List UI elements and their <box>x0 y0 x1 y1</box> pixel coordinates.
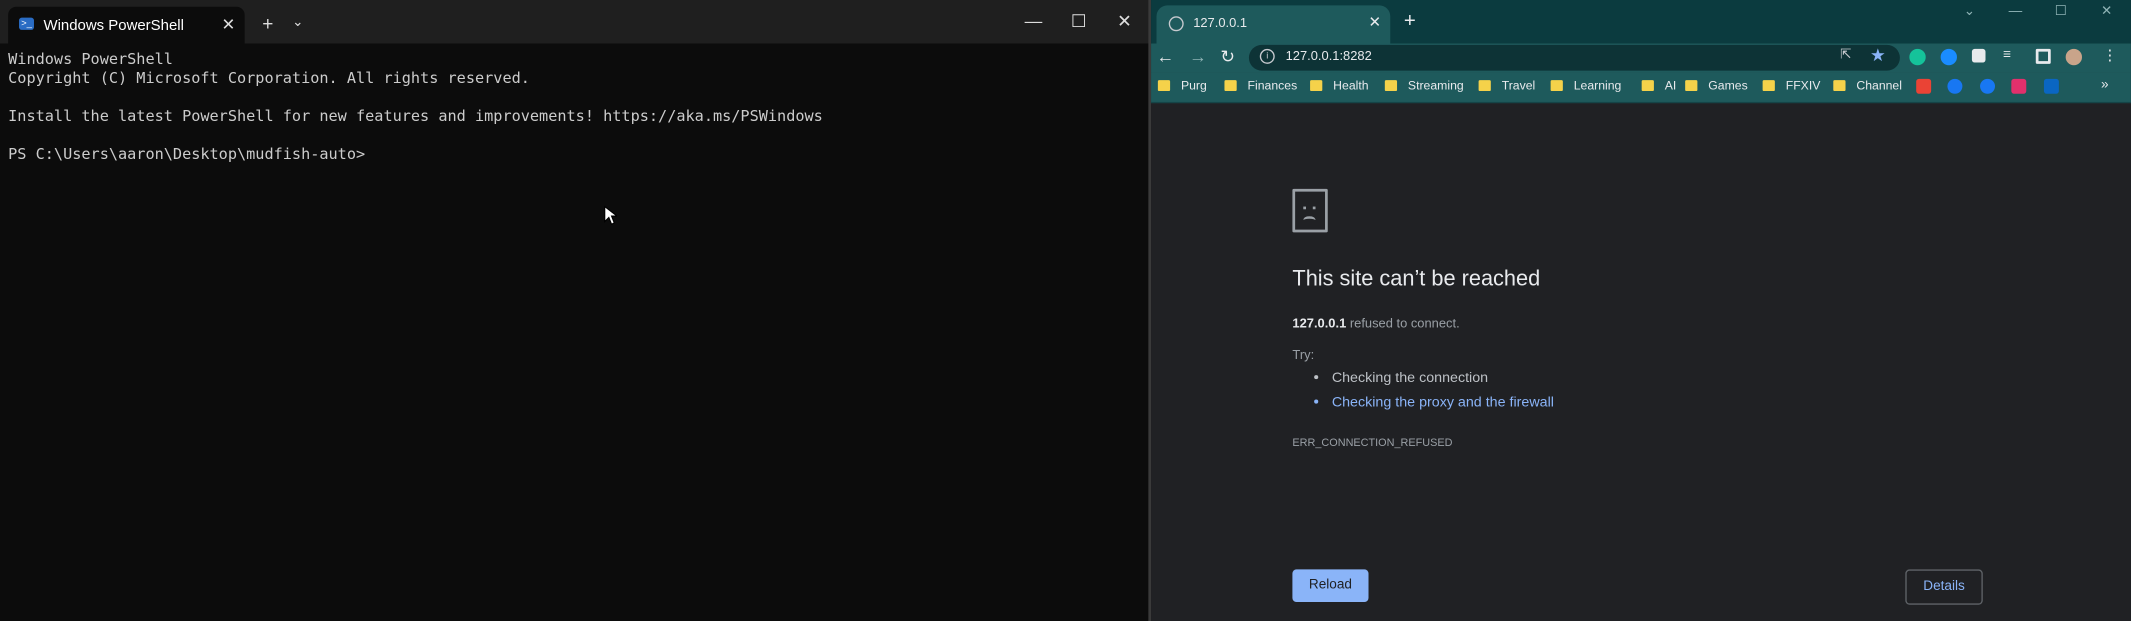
bookmark-folder-travel[interactable]: Travel <box>1478 78 1536 93</box>
browser-window: 127.0.0.1 ✕ + ⌄ — ☐ ✕ ← → ↻ i 127.0.0.1:… <box>1151 0 2131 621</box>
gmail-icon[interactable] <box>1916 78 1932 94</box>
folder-icon <box>1224 80 1237 92</box>
messenger-icon[interactable] <box>1947 78 1963 94</box>
mouse-cursor-icon <box>604 205 617 225</box>
site-info-icon[interactable]: i <box>1259 48 1275 64</box>
bookmark-label: Channel <box>1856 78 1902 93</box>
back-button[interactable]: ← <box>1157 46 1175 66</box>
side-panel-icon[interactable] <box>2035 48 2051 64</box>
error-host: 127.0.0.1 <box>1292 316 1347 332</box>
bookmark-star-icon[interactable]: ★ <box>1870 45 1886 67</box>
tab-search-chevron-icon[interactable]: ⌄ <box>1964 4 1975 19</box>
reload-button[interactable]: Reload <box>1292 569 1369 603</box>
terminal-tab-close-icon[interactable]: ✕ <box>222 15 236 34</box>
folder-icon <box>1157 80 1171 92</box>
bookmarks-overflow-button[interactable]: » <box>2101 77 2109 92</box>
share-icon[interactable]: ⇱ <box>1840 48 1851 63</box>
terminal-line: Copyright (C) Microsoft Corporation. All… <box>8 69 530 87</box>
address-url[interactable]: 127.0.0.1:8282 <box>1286 49 1372 64</box>
address-bar[interactable]: i 127.0.0.1:8282 ⇱ ★ <box>1248 44 1900 71</box>
maximize-button[interactable]: ☐ <box>1071 11 1087 33</box>
browser-tab[interactable]: 127.0.0.1 ✕ <box>1156 5 1391 44</box>
browser-tabbar: 127.0.0.1 ✕ + ⌄ — ☐ ✕ <box>1151 0 2131 44</box>
suggestion-checking-connection: Checking the connection <box>1332 366 1554 390</box>
folder-icon <box>1310 80 1323 92</box>
terminal-new-tab-button[interactable]: + <box>262 12 273 34</box>
close-button[interactable]: ✕ <box>1117 11 1132 33</box>
bookmark-folder-ffxiv[interactable]: FFXIV <box>1762 78 1821 93</box>
terminal-tab[interactable]: >_ Windows PowerShell ✕ <box>8 6 245 44</box>
terminal-line: ​ <box>8 88 823 107</box>
error-title: This site can’t be reached <box>1292 267 1541 291</box>
folder-icon <box>1641 80 1654 92</box>
error-suggestions: Checking the connection Checking the pro… <box>1311 366 1554 415</box>
bookmark-folder-purg[interactable]: Purg <box>1157 78 1207 93</box>
terminal-line: Install the latest PowerShell for new fe… <box>8 107 823 126</box>
bookmark-folder-channel[interactable]: Channel <box>1833 78 1902 93</box>
error-desc-text: refused to connect. <box>1346 316 1460 332</box>
bookmark-folder-learning[interactable]: Learning <box>1550 78 1622 93</box>
chevron-down-icon[interactable]: ⌄ <box>292 15 303 30</box>
bookmark-folder-streaming[interactable]: Streaming <box>1384 78 1464 93</box>
forward-button[interactable]: → <box>1189 46 1207 66</box>
bookmark-label: Learning <box>1573 78 1622 93</box>
error-code: ERR_CONNECTION_REFUSED <box>1292 436 1453 449</box>
bookmark-label: Travel <box>1501 78 1536 93</box>
folder-icon <box>1685 80 1698 92</box>
terminal-output[interactable]: Windows PowerShell Copyright (C) Microsof… <box>8 50 823 164</box>
error-description: 127.0.0.1 refused to connect. <box>1292 317 1459 332</box>
bookmark-folder-ai[interactable]: AI <box>1641 78 1677 93</box>
linkedin-icon[interactable] <box>2043 78 2059 94</box>
bookmark-label: Purg <box>1180 78 1207 93</box>
onepassword-icon[interactable] <box>1940 48 1957 66</box>
bookmark-label: Games <box>1708 78 1748 93</box>
bookmark-label: AI <box>1664 78 1677 93</box>
browser-toolbar: ← → ↻ i 127.0.0.1:8282 ⇱ ★ ≡ ⋮ <box>1151 43 2131 73</box>
folder-icon <box>1762 80 1775 92</box>
instagram-icon[interactable] <box>2011 78 2027 94</box>
bookmark-label: Finances <box>1247 78 1298 93</box>
avatar[interactable] <box>2065 48 2082 66</box>
bookmark-label: Streaming <box>1407 78 1464 93</box>
minimize-button[interactable]: — <box>1025 11 1043 31</box>
browser-new-tab-button[interactable]: + <box>1404 10 1416 33</box>
menu-kebab-icon[interactable]: ⋮ <box>2102 46 2117 64</box>
bookmark-folder-finances[interactable]: Finances <box>1224 78 1298 93</box>
bookmark-folder-games[interactable]: Games <box>1685 78 1748 93</box>
reading-list-icon[interactable]: ≡ <box>2003 48 2011 63</box>
error-page: This site can’t be reached 127.0.0.1 ref… <box>1151 103 2131 621</box>
reload-icon-button[interactable]: ↻ <box>1220 46 1235 68</box>
grammarly-icon[interactable] <box>1909 48 1926 66</box>
terminal-window: >_ Windows PowerShell ✕ + ⌄ — ☐ ✕ Window… <box>0 0 1150 621</box>
browser-minimize-button[interactable]: — <box>2009 4 2023 19</box>
sad-page-icon <box>1292 188 1328 233</box>
browser-tab-title: 127.0.0.1 <box>1193 16 1248 32</box>
terminal-prompt: PS C:\Users\aaron\Desktop\mudfish-auto> <box>8 145 366 164</box>
terminal-tab-title: Windows PowerShell <box>43 17 184 34</box>
details-button[interactable]: Details <box>1905 569 1983 605</box>
extensions-puzzle-icon[interactable] <box>1971 48 1986 63</box>
suggestion-proxy-firewall-link[interactable]: Checking the proxy and the firewall <box>1332 390 1554 414</box>
terminal-line: ​ <box>8 126 823 145</box>
terminal-titlebar: >_ Windows PowerShell ✕ + ⌄ — ☐ ✕ <box>0 0 1150 44</box>
facebook-icon[interactable] <box>1980 78 1996 94</box>
globe-icon <box>1168 16 1184 32</box>
bookmark-label: FFXIV <box>1785 78 1821 93</box>
error-try-label: Try: <box>1292 347 1315 363</box>
bookmark-folder-health[interactable]: Health <box>1310 78 1369 93</box>
folder-icon <box>1833 80 1846 92</box>
folder-icon <box>1384 80 1398 92</box>
powershell-icon: >_ <box>19 17 34 30</box>
bookmarks-bar: Purg Finances Health Streaming Travel Le… <box>1151 72 2131 104</box>
browser-maximize-button[interactable]: ☐ <box>2055 4 2067 19</box>
folder-icon <box>1478 80 1491 92</box>
browser-close-button[interactable]: ✕ <box>2101 4 2112 19</box>
terminal-line: Windows PowerShell <box>8 50 173 68</box>
browser-tab-close-icon[interactable]: ✕ <box>1369 14 1382 31</box>
bookmark-label: Health <box>1333 78 1369 93</box>
folder-icon <box>1550 80 1563 92</box>
